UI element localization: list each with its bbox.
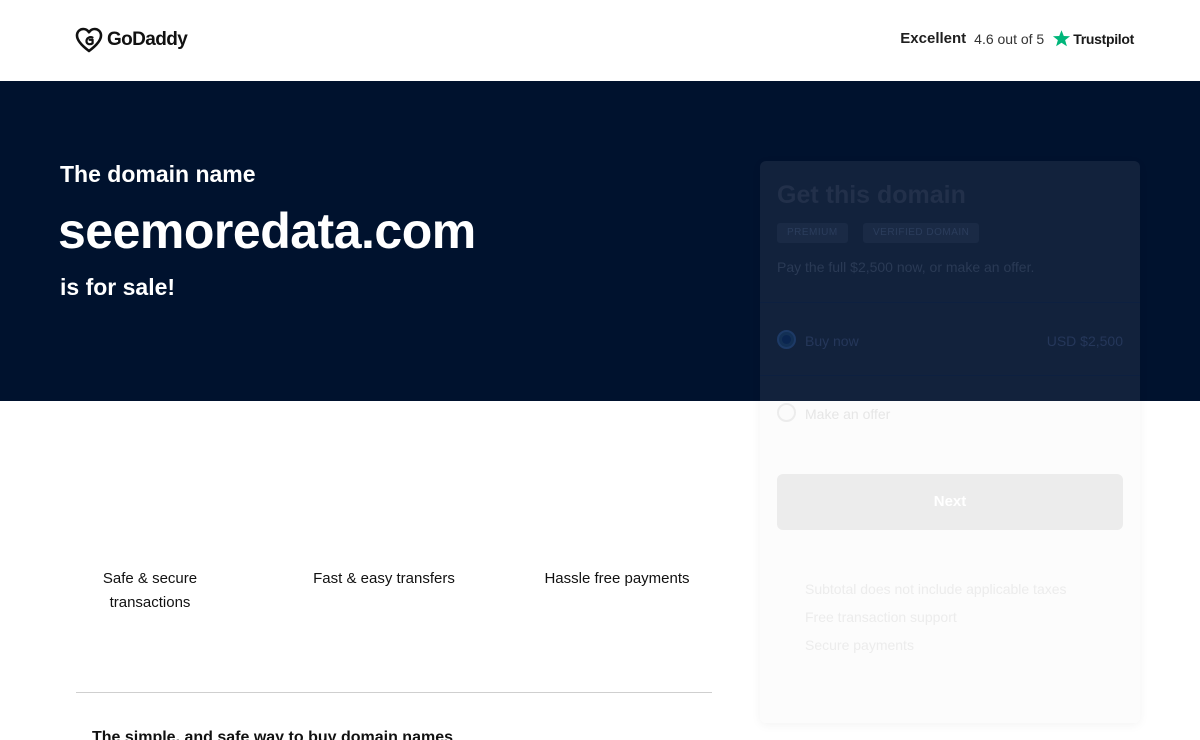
trustpilot-score: 4.6 out of 5 xyxy=(974,30,1045,47)
star-icon xyxy=(1053,30,1071,47)
verified-domain-badge: VERIFIED DOMAIN xyxy=(863,223,980,243)
hero-pretext: The domain name xyxy=(60,161,256,187)
make-offer-radio[interactable] xyxy=(777,403,796,422)
top-header: GoDaddy Excellent 4.6 out of 5 Trustpilo… xyxy=(0,0,1200,81)
buy-now-label[interactable]: Buy now xyxy=(805,333,859,349)
purchase-card: Get this domain PREMIUM VERIFIED DOMAIN … xyxy=(760,161,1140,723)
premium-badge: PREMIUM xyxy=(777,223,848,243)
logo-text: GoDaddy xyxy=(107,29,188,50)
card-divider xyxy=(760,375,1140,376)
trustpilot-brand: Trustpilot xyxy=(1073,30,1134,47)
next-button[interactable]: Next xyxy=(777,474,1123,530)
feature-hassle-free-payments: Hassle free payments xyxy=(544,570,690,587)
domain-name: seemoredata.com xyxy=(58,203,476,259)
buy-now-price: USD $2,500 xyxy=(1046,333,1123,349)
trustpilot-label: Excellent xyxy=(900,30,967,47)
godaddy-heart-icon xyxy=(75,27,103,53)
feature-secure-transactions: Safe & secure transactions xyxy=(102,570,198,611)
card-divider xyxy=(760,302,1140,303)
feature-easy-transfers: Fast & easy transfers xyxy=(313,570,455,587)
secure-payments-note: Secure payments xyxy=(805,637,914,653)
section-heading: The simple, and safe way to buy domain n… xyxy=(92,729,453,740)
buy-now-radio[interactable] xyxy=(777,330,796,349)
section-divider xyxy=(76,692,712,693)
card-title: Get this domain xyxy=(777,181,966,209)
make-offer-label[interactable]: Make an offer xyxy=(805,406,890,422)
tax-note: Subtotal does not include applicable tax… xyxy=(805,581,1067,597)
card-lower-panel xyxy=(760,401,1140,723)
godaddy-logo[interactable]: GoDaddy xyxy=(75,27,188,53)
trustpilot-rating[interactable]: Excellent 4.6 out of 5 Trustpilot xyxy=(900,29,1134,48)
support-note: Free transaction support xyxy=(805,609,957,625)
hero-posttext: is for sale! xyxy=(60,274,176,300)
card-subtitle: Pay the full $2,500 now, or make an offe… xyxy=(777,259,1035,275)
